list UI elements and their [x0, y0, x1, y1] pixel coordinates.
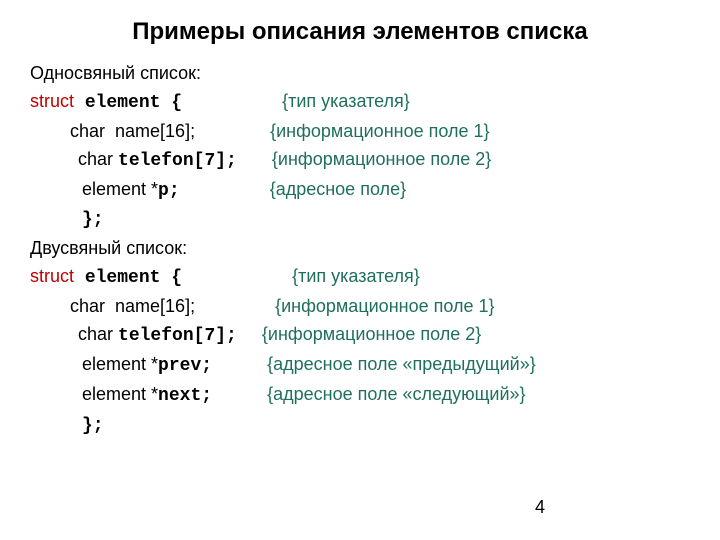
- slide: Примеры описания элементов списка Односв…: [0, 0, 720, 441]
- double-field2: char telefon[7]; {информационное поле 2}: [30, 321, 690, 351]
- gap: [237, 324, 262, 344]
- gap: [237, 149, 272, 169]
- comment: {информационное поле 2}: [272, 149, 491, 169]
- double-field3: element *prev; {адресное поле «предыдущи…: [30, 351, 690, 381]
- single-struct-line: struct element { {тип указателя}: [30, 88, 690, 118]
- struct-comment: {тип указателя}: [282, 91, 410, 111]
- single-close: };: [30, 205, 690, 235]
- gap: [195, 296, 275, 316]
- page-number: 4: [535, 497, 545, 518]
- code-mono: telefon[7];: [118, 326, 237, 346]
- struct-keyword: struct: [30, 266, 74, 286]
- double-field4: element *next; {адресное поле «следующий…: [30, 381, 690, 411]
- code: char name[16];: [70, 121, 195, 141]
- single-field2: char telefon[7]; {информационное поле 2}: [30, 146, 690, 176]
- gap: [182, 91, 282, 111]
- struct-decl: element {: [74, 268, 182, 288]
- comment: {информационное поле 1}: [275, 296, 494, 316]
- single-heading: Односвяный список:: [30, 60, 690, 88]
- struct-decl: element {: [74, 93, 182, 113]
- comment: {информационное поле 1}: [270, 121, 489, 141]
- struct-keyword: struct: [30, 91, 74, 111]
- gap: [195, 121, 270, 141]
- code-pre: element *: [82, 179, 158, 199]
- code-pre: element *: [82, 384, 158, 404]
- gap: [180, 179, 270, 199]
- gap: [212, 384, 267, 404]
- gap: [182, 266, 292, 286]
- single-field3: element *p; {адресное поле}: [30, 176, 690, 206]
- code-pre: char: [78, 149, 118, 169]
- code-pre: char: [78, 324, 118, 344]
- double-struct-line: struct element { {тип указателя}: [30, 263, 690, 293]
- close-brace: };: [82, 416, 104, 436]
- double-heading: Двусвяный список:: [30, 235, 690, 263]
- code-pre: element *: [82, 354, 158, 374]
- gap: [212, 354, 267, 374]
- code-mono: telefon[7];: [118, 151, 237, 171]
- code-mono: prev;: [158, 356, 212, 376]
- single-field1: char name[16]; {информационное поле 1}: [30, 118, 690, 146]
- slide-title: Примеры описания элементов списка: [30, 18, 690, 46]
- comment: {адресное поле «следующий»}: [267, 384, 525, 404]
- comment: {информационное поле 2}: [262, 324, 481, 344]
- code: char name[16];: [70, 296, 195, 316]
- close-brace: };: [82, 210, 104, 230]
- double-close: };: [30, 411, 690, 441]
- code-mono: p;: [158, 181, 180, 201]
- struct-comment: {тип указателя}: [292, 266, 420, 286]
- double-field1: char name[16]; {информационное поле 1}: [30, 293, 690, 321]
- code-mono: next;: [158, 386, 212, 406]
- comment: {адресное поле «предыдущий»}: [267, 354, 536, 374]
- comment: {адресное поле}: [270, 179, 406, 199]
